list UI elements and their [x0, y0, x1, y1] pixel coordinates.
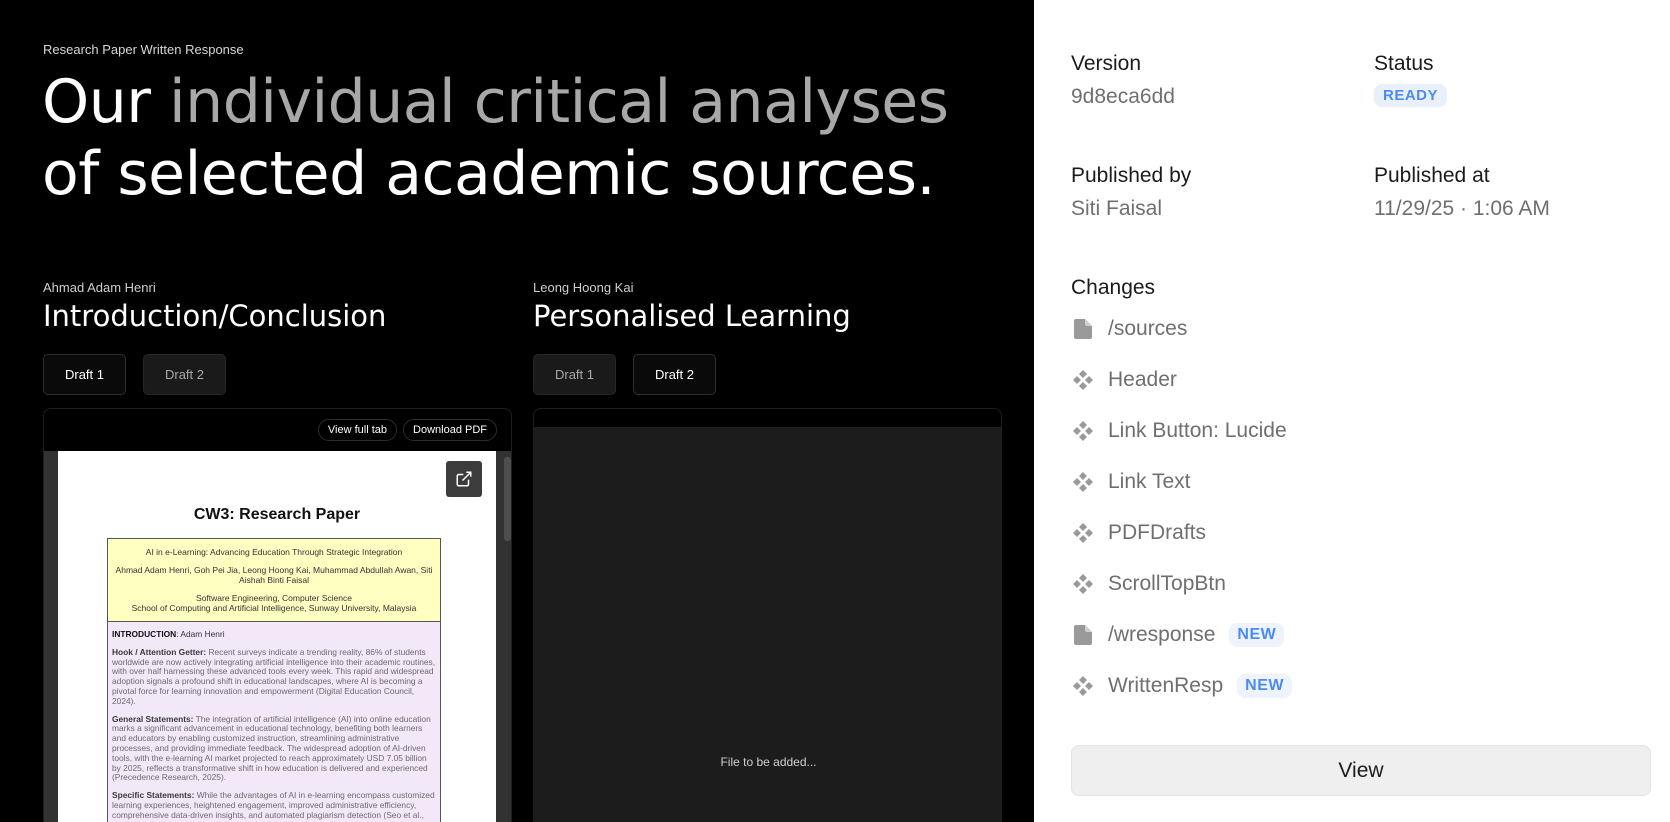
page-headline: Our individual critical analyses of sele…	[42, 66, 1002, 210]
new-badge: NEW	[1237, 673, 1292, 698]
intro-label: INTRODUCTION	[112, 629, 177, 639]
published-by-field: Published by Siti Faisal	[1071, 164, 1191, 221]
paragraph-hook: Hook / Attention Getter: Recent surveys …	[112, 646, 436, 707]
page-eyebrow: Research Paper Written Response	[43, 42, 244, 57]
paragraph-text: The integration of artificial intelligen…	[112, 713, 431, 783]
headline-part-c: of selected academic sources.	[42, 139, 936, 209]
change-item[interactable]: ScrollTopBtn	[1071, 558, 1292, 609]
column-personalised: Leong Hoong Kai Personalised Learning	[533, 280, 1003, 333]
paragraph-label: Specific Statements:	[112, 790, 195, 801]
version-field: Version 9d8eca6dd	[1071, 52, 1175, 109]
paper-title: CW3: Research Paper	[193, 506, 361, 523]
change-item[interactable]: PDFDrafts	[1071, 507, 1292, 558]
change-name: /wresponse	[1108, 622, 1216, 646]
draft-2-button[interactable]: Draft 2	[633, 354, 716, 395]
open-external-icon[interactable]	[446, 461, 482, 497]
changes-label: Changes	[1071, 276, 1156, 299]
headline-highlight: individual critical analyses	[169, 67, 949, 137]
view-button[interactable]: View	[1071, 745, 1651, 796]
paragraph-text: Recent surveys indicate a trending reali…	[112, 646, 436, 706]
intro-author: : Adam Henri	[176, 629, 225, 639]
paragraph-label: Hook / Attention Getter:	[112, 646, 207, 657]
component-icon	[1071, 674, 1095, 698]
paper-school: School of Computing and Artificial Intel…	[131, 603, 417, 613]
column-title: Introduction/Conclusion	[43, 299, 387, 333]
change-item[interactable]: Link Button: Lucide	[1071, 405, 1292, 456]
change-name: WrittenResp	[1108, 673, 1224, 697]
file-icon	[1071, 623, 1095, 647]
deployment-panel: Version 9d8eca6dd Status READY Published…	[1034, 0, 1670, 822]
paragraph-label: General Statements:	[112, 713, 194, 724]
change-name: ScrollTopBtn	[1108, 571, 1226, 595]
paper-header-box: AI in e-Learning: Advancing Education Th…	[107, 538, 441, 622]
component-icon	[1071, 572, 1095, 596]
column-author: Ahmad Adam Henri	[43, 280, 156, 295]
paper-heading: AI in e-Learning: Advancing Education Th…	[145, 547, 403, 557]
version-label: Version	[1071, 52, 1142, 75]
column-author: Leong Hoong Kai	[533, 280, 634, 295]
paper-department: Software Engineering, Computer Science	[196, 593, 352, 603]
pdf-viewer-empty: File to be added...	[533, 408, 1002, 822]
change-name: Link Text	[1108, 469, 1191, 493]
draft-1-button[interactable]: Draft 1	[533, 354, 616, 395]
paragraph-general: General Statements: The integration of a…	[112, 713, 436, 784]
component-icon	[1071, 470, 1095, 494]
pdf-frame[interactable]: CW3: Research Paper AI in e-Learning: Ad…	[44, 451, 511, 822]
published-by-value: Siti Faisal	[1071, 197, 1163, 220]
paper-body-box: INTRODUCTION: Adam Henri Hook / Attentio…	[107, 622, 441, 822]
column-intro: Ahmad Adam Henri Introduction/Conclusion	[43, 280, 513, 333]
change-item[interactable]: Link Text	[1071, 456, 1292, 507]
view-full-tab-button[interactable]: View full tab	[317, 419, 398, 441]
draft-2-button[interactable]: Draft 2	[143, 354, 226, 395]
draft-tabs: Draft 1 Draft 2	[43, 354, 226, 395]
file-placeholder-text: File to be added...	[720, 755, 817, 769]
pdf-scrollbar[interactable]	[504, 457, 511, 541]
published-at-label: Published at	[1374, 164, 1490, 187]
change-name: PDFDrafts	[1108, 520, 1207, 544]
change-name: Link Button: Lucide	[1108, 418, 1287, 442]
column-title: Personalised Learning	[533, 299, 851, 333]
changes-list: /sources Header Link Button: Lucide Link…	[1071, 303, 1292, 711]
intro-heading: INTRODUCTION: Adam Henri	[112, 629, 436, 640]
change-name: /sources	[1108, 316, 1188, 340]
component-icon	[1071, 419, 1095, 443]
change-item[interactable]: /wresponse NEW	[1071, 609, 1292, 660]
app-root: Research Paper Written Response Our indi…	[0, 0, 1670, 822]
headline-part-a: Our	[42, 67, 169, 137]
change-name: Header	[1108, 367, 1177, 391]
pdf-page: CW3: Research Paper AI in e-Learning: Ad…	[58, 451, 496, 822]
pdf-viewer: View full tab Download PDF CW3: Research…	[43, 408, 512, 822]
change-item[interactable]: /sources	[1071, 303, 1292, 354]
status-label: Status	[1374, 52, 1434, 75]
published-at-field: Published at 11/29/25 · 1:06 AM	[1374, 164, 1550, 221]
status-badge: READY	[1374, 84, 1448, 107]
published-at-value: 11/29/25 · 1:06 AM	[1374, 197, 1550, 220]
component-icon	[1071, 521, 1095, 545]
download-pdf-button[interactable]: Download PDF	[403, 419, 497, 441]
paper-authors: Ahmad Adam Henri, Goh Pei Jia, Leong Hoo…	[115, 565, 433, 585]
version-value: 9d8eca6dd	[1071, 85, 1175, 108]
change-item[interactable]: WrittenResp NEW	[1071, 660, 1292, 711]
site-preview: Research Paper Written Response Our indi…	[0, 0, 1034, 822]
draft-1-button[interactable]: Draft 1	[43, 354, 126, 395]
file-icon	[1071, 317, 1095, 341]
status-field: Status READY	[1374, 52, 1448, 107]
component-icon	[1071, 368, 1095, 392]
draft-tabs: Draft 1 Draft 2	[533, 354, 716, 395]
change-item[interactable]: Header	[1071, 354, 1292, 405]
paragraph-specific: Specific Statements: While the advantage…	[112, 790, 436, 822]
new-badge: NEW	[1229, 622, 1285, 647]
viewer-toolbar: View full tab Download PDF	[44, 409, 511, 451]
published-by-label: Published by	[1071, 164, 1192, 187]
